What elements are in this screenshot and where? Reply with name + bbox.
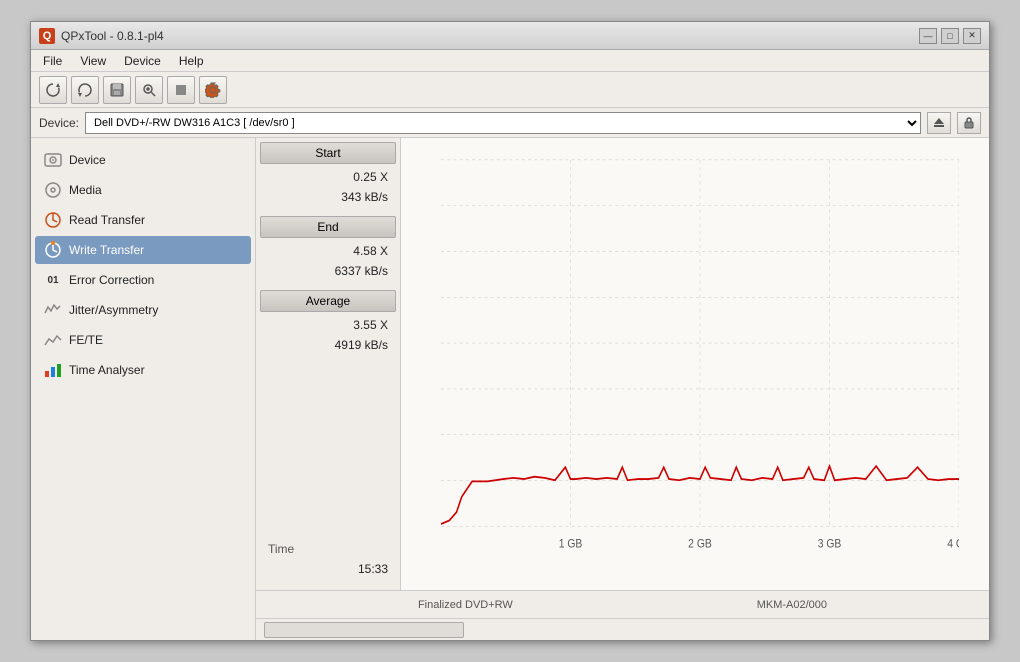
svg-text:3 GB: 3 GB [818,538,842,550]
chart-footer: Finalized DVD+RW MKM-A02/000 [256,590,989,618]
svg-text:2 GB: 2 GB [688,538,712,550]
minimize-button[interactable]: — [919,28,937,44]
close-button[interactable]: ✕ [963,28,981,44]
jitter-icon [43,300,63,320]
main-window: Q QPxTool - 0.8.1-pl4 — □ ✕ File View De… [30,21,990,641]
stats-time-label: Time [260,540,396,558]
toolbar [31,72,989,108]
sidebar-time-analyser-label: Time Analyser [69,363,145,377]
sidebar-item-error-correction[interactable]: 01 Error Correction [35,266,251,294]
toolbar-zoom-btn[interactable] [135,76,163,104]
app-icon: Q [39,28,55,44]
progress-bar [264,622,464,638]
time-analyser-icon [43,360,63,380]
footer-left: Finalized DVD+RW [418,599,513,611]
sidebar-fe-te-label: FE/TE [69,333,103,347]
sidebar-item-fe-te[interactable]: FE/TE [35,326,251,354]
chart-svg: 18 16 14 12 10 8 6 4 2 18 16 14 12 [441,148,959,550]
device-bar: Device: Dell DVD+/-RW DW316 A1C3 [ /dev/… [31,108,989,138]
media-icon [43,180,63,200]
menu-view[interactable]: View [72,52,114,70]
stats-time-value: 15:33 [260,560,396,578]
toolbar-stop-btn[interactable] [167,76,195,104]
stats-panel: Start 0.25 X 343 kB/s End 4.58 X 6337 kB… [256,138,401,590]
sidebar-read-transfer-label: Read Transfer [69,213,145,227]
sidebar-item-write-transfer[interactable]: Write Transfer [35,236,251,264]
chart-area: 18 16 14 12 10 8 6 4 2 18 16 14 12 [401,138,989,590]
fe-te-icon [43,330,63,350]
sidebar-item-time-analyser[interactable]: Time Analyser [35,356,251,384]
device-eject-btn[interactable] [927,112,951,134]
sidebar-media-label: Media [69,183,102,197]
device-lock-btn[interactable] [957,112,981,134]
window-controls: — □ ✕ [919,28,981,44]
menu-help[interactable]: Help [171,52,212,70]
stats-start-x: 0.25 X [260,168,396,186]
svg-text:4 GB: 4 GB [947,538,959,550]
device-label: Device: [39,116,79,130]
sidebar-device-label: Device [69,153,106,167]
toolbar-save-btn[interactable] [103,76,131,104]
sidebar-error-correction-label: Error Correction [69,273,154,287]
read-transfer-icon [43,210,63,230]
menu-device[interactable]: Device [116,52,169,70]
sidebar: Device Media Read Transfer Write Transfe… [31,138,256,640]
main-content: Device Media Read Transfer Write Transfe… [31,138,989,640]
footer-right: MKM-A02/000 [757,599,827,611]
stats-start-kbs: 343 kB/s [260,188,396,206]
stats-end-header: End [260,216,396,238]
menu-bar: File View Device Help [31,50,989,72]
device-select[interactable]: Dell DVD+/-RW DW316 A1C3 [ /dev/sr0 ] [85,112,921,134]
device-icon [43,150,63,170]
stats-start-header: Start [260,142,396,164]
sidebar-item-device[interactable]: Device [35,146,251,174]
stats-avg-header: Average [260,290,396,312]
svg-text:1 GB: 1 GB [559,538,583,550]
stats-avg-x: 3.55 X [260,316,396,334]
sidebar-write-transfer-label: Write Transfer [69,243,144,257]
sidebar-item-jitter[interactable]: Jitter/Asymmetry [35,296,251,324]
progress-bar-area [256,618,989,640]
title-bar-left: Q QPxTool - 0.8.1-pl4 [39,28,164,44]
toolbar-back-btn[interactable] [71,76,99,104]
stats-avg-kbs: 4919 kB/s [260,336,396,354]
title-bar: Q QPxTool - 0.8.1-pl4 — □ ✕ [31,22,989,50]
right-panel: Start 0.25 X 343 kB/s End 4.58 X 6337 kB… [256,138,989,640]
sidebar-item-media[interactable]: Media [35,176,251,204]
stats-end-x: 4.58 X [260,242,396,260]
error-correction-icon: 01 [43,270,63,290]
toolbar-refresh-btn[interactable] [39,76,67,104]
maximize-button[interactable]: □ [941,28,959,44]
stats-and-chart: Start 0.25 X 343 kB/s End 4.58 X 6337 kB… [256,138,989,590]
window-title: QPxTool - 0.8.1-pl4 [61,29,164,43]
sidebar-jitter-label: Jitter/Asymmetry [69,303,158,317]
stats-end-kbs: 6337 kB/s [260,262,396,280]
write-transfer-icon [43,240,63,260]
sidebar-item-read-transfer[interactable]: Read Transfer [35,206,251,234]
menu-file[interactable]: File [35,52,70,70]
toolbar-settings-btn[interactable] [199,76,227,104]
